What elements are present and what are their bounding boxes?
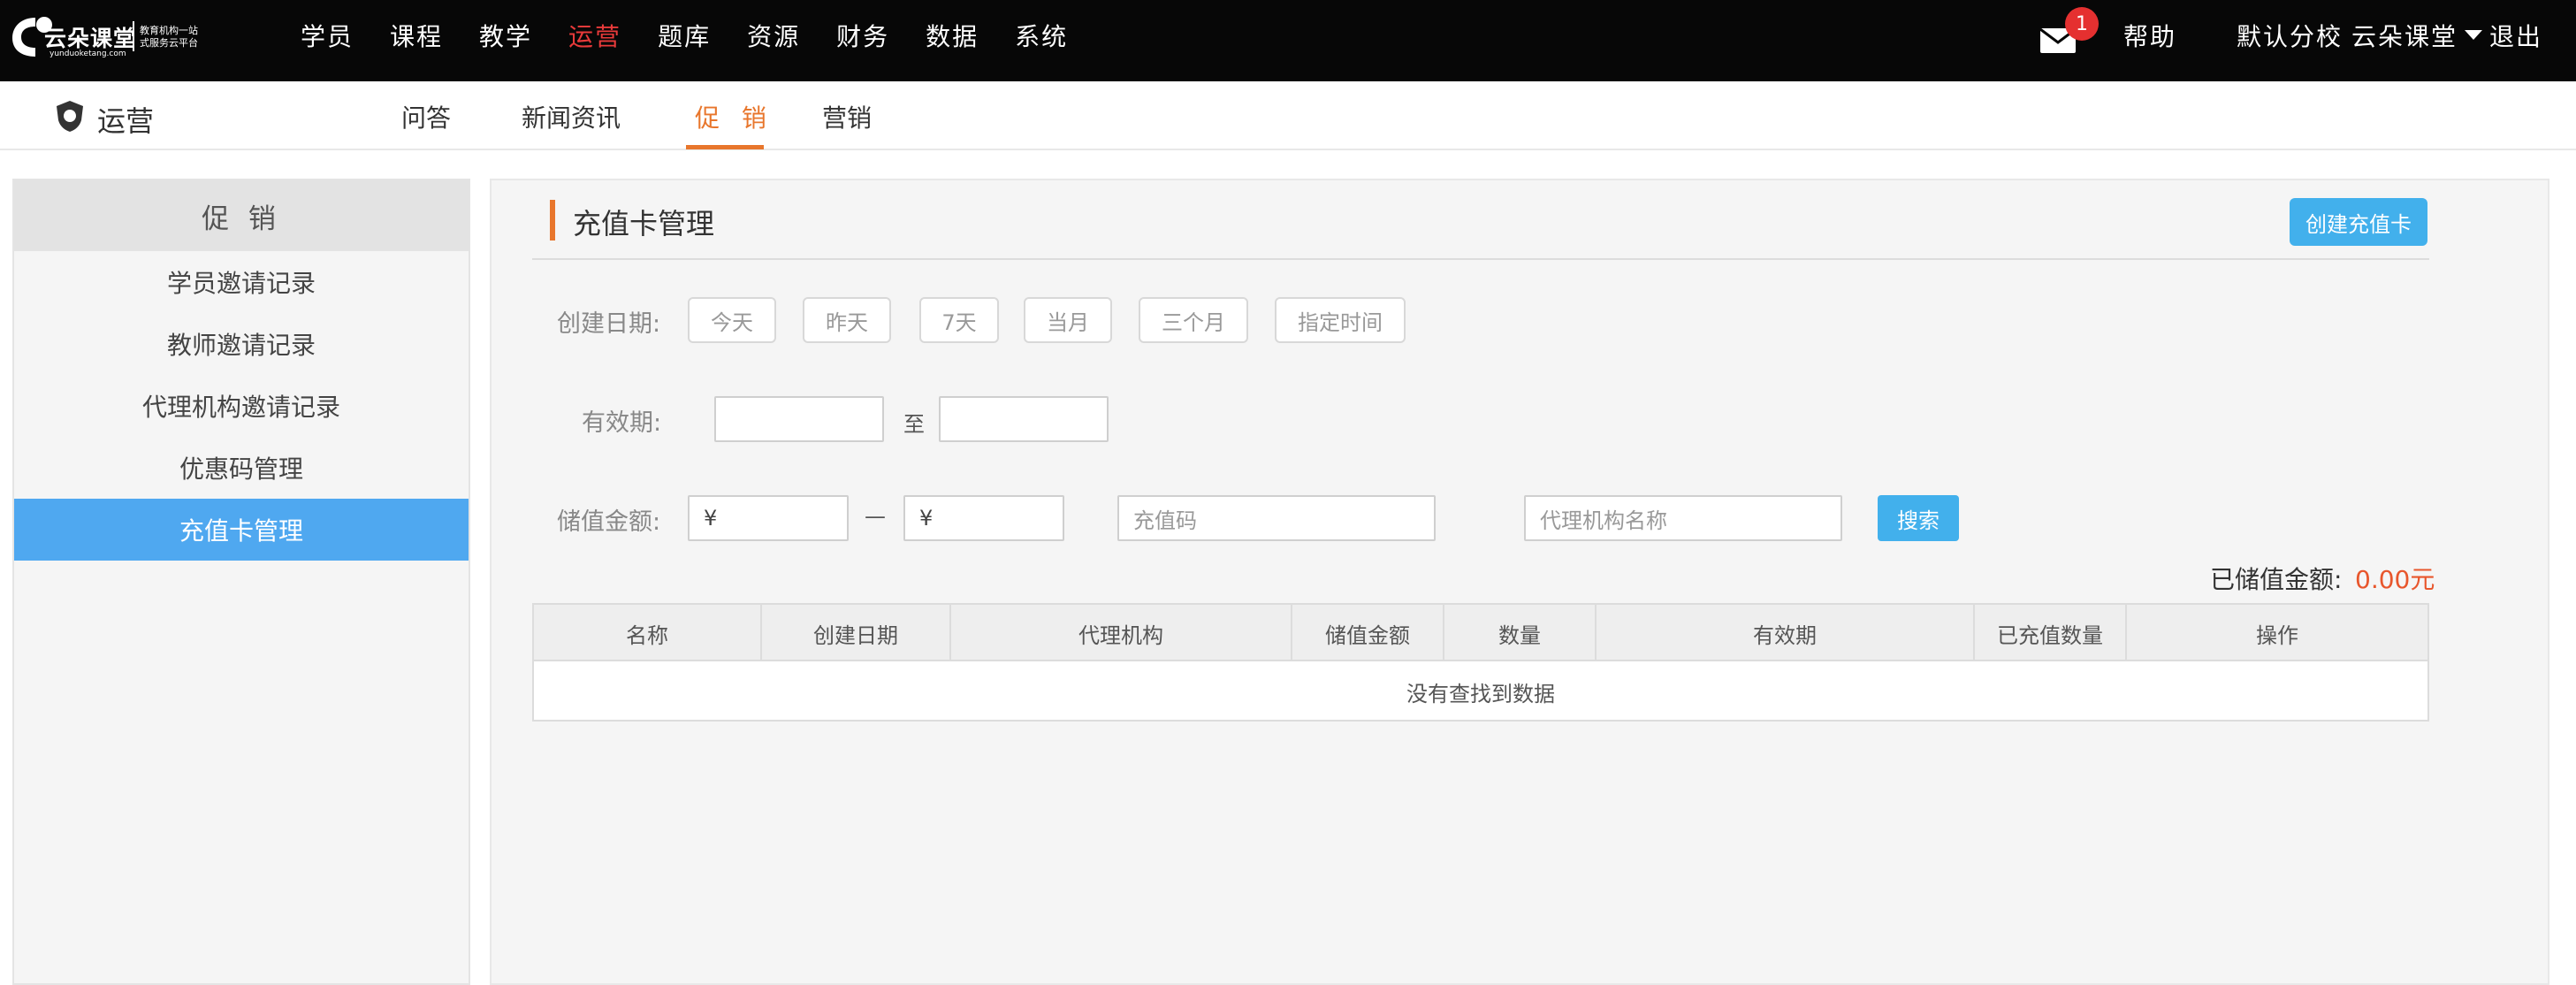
date-chip-this-month[interactable]: 当月 (1024, 297, 1112, 343)
sidebar-item-coupon-codes[interactable]: 优惠码管理 (14, 437, 469, 499)
tab-marketing[interactable]: 营销 (822, 99, 872, 134)
recharge-card-table: 名称 创建日期 代理机构 储值金额 数量 有效期 已充值数量 操作 没有查找到数… (532, 603, 2429, 722)
logout-link[interactable]: 退出 (2489, 18, 2542, 53)
topnav-item-teaching[interactable]: 教学 (479, 18, 532, 53)
date-chip-yesterday[interactable]: 昨天 (803, 297, 891, 343)
validity-from-input[interactable] (714, 396, 884, 442)
column-actions: 操作 (2256, 622, 2298, 648)
page-title: 充值卡管理 (573, 207, 715, 241)
column-recharged-count: 已充值数量 (1975, 605, 2127, 661)
main-panel: 充值卡管理 创建充值卡 创建日期: 今天 昨天 7天 当月 三个月 指定时间 有… (490, 179, 2549, 985)
topnav-item-resources[interactable]: 资源 (747, 18, 800, 53)
branch-label[interactable]: 默认分校 (2237, 18, 2343, 53)
amount-range-dash: — (865, 504, 886, 529)
sidebar-item-student-invites[interactable]: 学员邀请记录 (14, 251, 469, 313)
stored-amount-value: 0.00元 (2355, 565, 2435, 594)
sidebar: 促 销 学员邀请记录 教师邀请记录 代理机构邀请记录 优惠码管理 充值卡管理 (12, 179, 470, 985)
chevron-down-icon[interactable] (2465, 30, 2482, 40)
logo-divider (133, 21, 134, 51)
notification-badge: 1 (2065, 7, 2099, 41)
table-header: 名称 创建日期 代理机构 储值金额 数量 有效期 已充值数量 操作 (534, 605, 2427, 661)
topnav-item-finance[interactable]: 财务 (836, 18, 889, 53)
topnav-item-question-bank[interactable]: 题库 (658, 18, 711, 53)
help-link[interactable]: 帮助 (2123, 18, 2176, 53)
logo-slogan-line2: 式服务云平台 (140, 37, 198, 49)
column-created-date: 创建日期 (762, 605, 951, 661)
title-accent-bar (550, 200, 555, 241)
validity-label: 有效期: (582, 409, 662, 437)
tab-promotion[interactable]: 促 销 (695, 99, 774, 134)
agency-name-input[interactable]: 代理机构名称 (1524, 495, 1842, 541)
amount-min-input[interactable]: ¥ (688, 495, 849, 541)
created-date-label: 创建日期: (557, 310, 661, 338)
stored-amount-label: 已储值金额: (2210, 565, 2343, 594)
amount-max-input[interactable]: ¥ (903, 495, 1064, 541)
module-title: 运营 (97, 104, 155, 138)
column-agency: 代理机构 (951, 605, 1292, 661)
logo[interactable]: 云朵课堂 yunduoketang.com 教育机构一站 式服务云平台 (9, 12, 212, 60)
date-chip-today[interactable]: 今天 (688, 297, 776, 343)
sub-header: 运营 问答 新闻资讯 促 销 营销 (0, 81, 2576, 150)
card-code-input[interactable]: 充值码 (1117, 495, 1436, 541)
amount-label: 储值金额: (557, 508, 661, 536)
tab-qa[interactable]: 问答 (401, 99, 451, 134)
logo-slogan: 教育机构一站 式服务云平台 (140, 25, 198, 50)
topnav-item-operations[interactable]: 运营 (568, 18, 621, 53)
column-validity: 有效期 (1597, 605, 1975, 661)
date-chip-custom[interactable]: 指定时间 (1275, 297, 1406, 343)
logo-domain: yunduoketang.com (50, 50, 126, 58)
topnav-item-students[interactable]: 学员 (301, 18, 354, 53)
sidebar-item-recharge-cards[interactable]: 充值卡管理 (14, 499, 469, 561)
column-amount: 储值金额 (1292, 605, 1444, 661)
shield-icon (53, 99, 87, 133)
sidebar-item-teacher-invites[interactable]: 教师邀请记录 (14, 313, 469, 375)
tab-news[interactable]: 新闻资讯 (522, 99, 621, 134)
topnav-item-system[interactable]: 系统 (1015, 18, 1068, 53)
search-button[interactable]: 搜索 (1878, 495, 1959, 541)
sidebar-title: 促 销 (14, 180, 469, 251)
active-tab-indicator (686, 145, 764, 149)
topnav-item-data[interactable]: 数据 (926, 18, 979, 53)
title-divider (532, 258, 2429, 260)
logo-slogan-line1: 教育机构一站 (140, 25, 198, 36)
table-empty-message: 没有查找到数据 (1406, 681, 1555, 706)
topnav-item-courses[interactable]: 课程 (390, 18, 443, 53)
create-card-button[interactable]: 创建充值卡 (2290, 198, 2427, 246)
validity-to-input[interactable] (939, 396, 1109, 442)
date-chip-three-months[interactable]: 三个月 (1139, 297, 1248, 343)
main-menu: 学员 课程 教学 运营 题库 资源 财务 数据 系统 (301, 0, 1104, 71)
column-quantity: 数量 (1444, 605, 1597, 661)
sidebar-item-agency-invites[interactable]: 代理机构邀请记录 (14, 375, 469, 437)
date-chip-7days[interactable]: 7天 (919, 297, 999, 343)
top-navbar: 云朵课堂 yunduoketang.com 教育机构一站 式服务云平台 学员 课… (0, 0, 2576, 81)
validity-to-text: 至 (903, 412, 925, 437)
column-name: 名称 (534, 605, 762, 661)
user-menu[interactable]: 云朵课堂 (2351, 18, 2458, 53)
logo-text: 云朵课堂 (44, 26, 137, 51)
